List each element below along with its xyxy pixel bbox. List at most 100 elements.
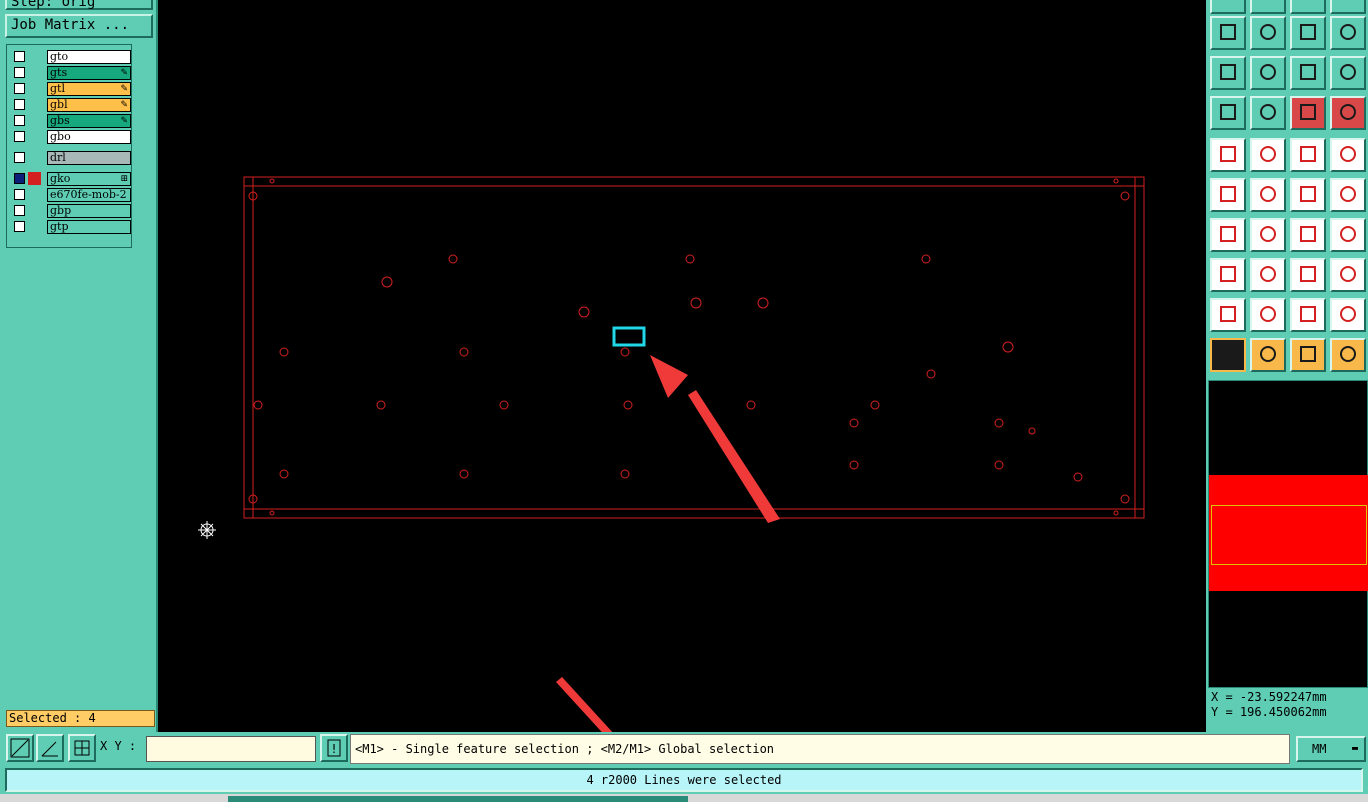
help-button[interactable] — [1330, 56, 1366, 90]
drill-hole[interactable] — [279, 347, 289, 357]
drill-hole[interactable] — [1028, 427, 1036, 435]
drc-layer-button[interactable] — [1290, 96, 1326, 130]
angle-button[interactable] — [1210, 218, 1246, 252]
overview-map[interactable] — [1208, 380, 1368, 688]
layer-row-gbo[interactable]: gbo — [11, 130, 131, 144]
zoom-window-button[interactable] — [6, 734, 34, 762]
drill-hole[interactable] — [578, 306, 590, 318]
zoom-ratio-button[interactable] — [1290, 56, 1326, 90]
layer-name[interactable]: gko ⊞ — [47, 172, 131, 186]
break-button[interactable] — [1250, 258, 1286, 292]
drill-hole[interactable] — [1113, 178, 1119, 184]
drill-hole[interactable] — [849, 418, 859, 428]
drill-hole[interactable] — [1002, 341, 1014, 353]
layer-checkbox[interactable] — [14, 51, 25, 62]
drill-hole[interactable] — [620, 469, 630, 479]
layer-checkbox[interactable] — [14, 152, 25, 163]
xy-input[interactable] — [146, 736, 316, 762]
mirror-button[interactable] — [1330, 218, 1366, 252]
drill-hole[interactable] — [994, 418, 1004, 428]
drill-hole[interactable] — [870, 400, 880, 410]
selected-feature[interactable] — [612, 326, 646, 347]
job-matrix-button[interactable]: Job Matrix ... — [5, 14, 153, 38]
grid-toggle-button[interactable] — [68, 734, 96, 762]
drill-hole[interactable] — [1120, 494, 1130, 504]
pad-button[interactable] — [1330, 138, 1366, 172]
pan-button[interactable] — [1250, 56, 1286, 90]
layer-row-gts[interactable]: gts ✎ — [11, 66, 131, 80]
layer-name[interactable]: gtp — [47, 220, 131, 234]
drill-hole[interactable] — [685, 254, 695, 264]
drill-hole[interactable] — [381, 276, 393, 288]
layer-row-gtl[interactable]: gtl ✎ — [11, 82, 131, 96]
layer-row-gtp[interactable]: gtp — [11, 220, 131, 234]
drill-hole[interactable] — [926, 369, 936, 379]
select-net-button[interactable] — [1290, 338, 1326, 372]
rotate-button[interactable] — [1290, 218, 1326, 252]
copy-button[interactable] — [1330, 258, 1366, 292]
layer-row-gbl[interactable]: gbl ✎ — [11, 98, 131, 112]
layer-checkbox[interactable] — [14, 173, 25, 184]
drill-hole[interactable] — [746, 400, 756, 410]
layer-checkbox[interactable] — [14, 115, 25, 126]
toolbar-button[interactable] — [1250, 0, 1286, 14]
measure-button[interactable] — [36, 734, 64, 762]
move-to-layer-button[interactable] — [1210, 16, 1246, 50]
feature-move-button[interactable] — [1210, 258, 1246, 292]
add-surface-button[interactable] — [1250, 138, 1286, 172]
triangle-button[interactable] — [1210, 298, 1246, 332]
layer-name[interactable]: gbs ✎ — [47, 114, 131, 128]
drill-hole[interactable] — [623, 400, 633, 410]
layer-checkbox[interactable] — [14, 67, 25, 78]
alert-button[interactable]: ! — [320, 734, 348, 762]
drill-hole[interactable] — [459, 469, 469, 479]
chamfer-button[interactable] — [1330, 298, 1366, 332]
toolbar-button[interactable] — [1290, 0, 1326, 14]
layer-name[interactable]: gto — [47, 50, 131, 64]
layer-row-e670fe-mob-2[interactable]: e670fe-mob-2 — [11, 188, 131, 202]
drill-hole[interactable] — [448, 254, 458, 264]
stretch-button[interactable] — [1290, 258, 1326, 292]
zoom-fit-button[interactable] — [1210, 56, 1246, 90]
layer-row-drl[interactable]: drl — [11, 151, 131, 165]
layer-name[interactable]: gbo — [47, 130, 131, 144]
select-chain-button[interactable] — [1330, 338, 1366, 372]
drill-hole[interactable] — [253, 400, 263, 410]
polygon-button[interactable] — [1290, 298, 1326, 332]
layer-row-gko[interactable]: gko ⊞ — [11, 172, 131, 186]
horizontal-scrollbar[interactable] — [0, 794, 1368, 802]
layer-name[interactable]: e670fe-mob-2 — [47, 188, 131, 202]
layer-name[interactable]: gts ✎ — [47, 66, 131, 80]
line-edit-button[interactable] — [1250, 218, 1286, 252]
settings-button[interactable] — [1210, 96, 1246, 130]
layer-name[interactable]: gtl ✎ — [47, 82, 131, 96]
drill-hole[interactable] — [459, 347, 469, 357]
resize-button[interactable] — [1250, 16, 1286, 50]
drill-hole[interactable] — [757, 297, 769, 309]
point-edit-button[interactable] — [1290, 178, 1326, 212]
connect-button[interactable] — [1210, 178, 1246, 212]
select-feature-button[interactable] — [1250, 338, 1286, 372]
drill-hole[interactable] — [269, 510, 275, 516]
layer-row-gto[interactable]: gto — [11, 50, 131, 64]
toolbar-button[interactable] — [1210, 0, 1246, 14]
layer-row-gbp[interactable]: gbp — [11, 204, 131, 218]
drill-hole[interactable] — [1120, 191, 1130, 201]
drill-hole[interactable] — [994, 460, 1004, 470]
layer-name[interactable]: drl — [47, 151, 131, 165]
snap-button[interactable] — [1330, 16, 1366, 50]
layer-checkbox[interactable] — [14, 131, 25, 142]
drill-hole[interactable] — [1113, 510, 1119, 516]
layer-name[interactable]: gbl ✎ — [47, 98, 131, 112]
drill-hole[interactable] — [690, 297, 702, 309]
step-button[interactable]: Step: orig — [5, 0, 153, 10]
grid-button[interactable] — [1250, 96, 1286, 130]
drill-hole[interactable] — [1073, 472, 1083, 482]
layer-checkbox[interactable] — [14, 83, 25, 94]
drill-hole[interactable] — [376, 400, 386, 410]
scrollbar-thumb[interactable] — [228, 796, 688, 802]
ruler-button[interactable] — [1290, 138, 1326, 172]
arc-button[interactable] — [1250, 298, 1286, 332]
drill-hole[interactable] — [620, 347, 630, 357]
delete-point-button[interactable] — [1250, 178, 1286, 212]
